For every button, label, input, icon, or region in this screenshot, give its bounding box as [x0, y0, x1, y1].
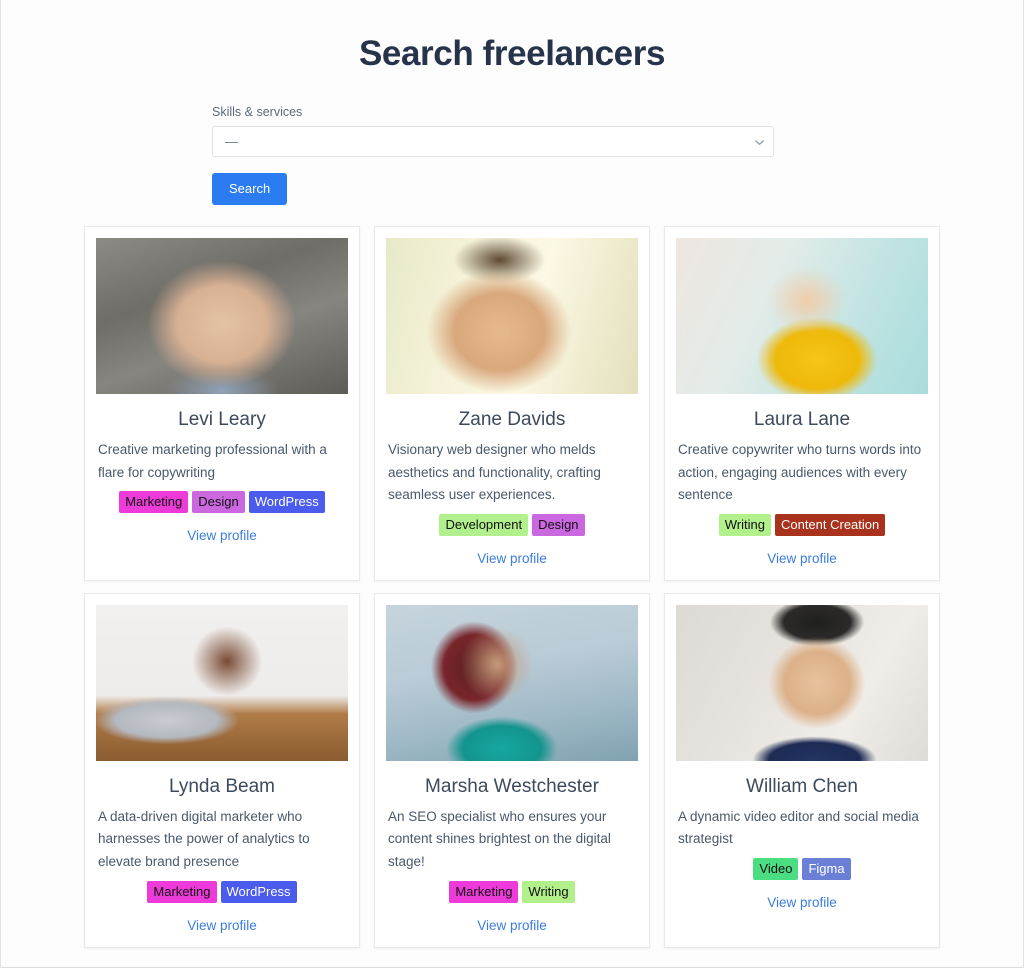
view-profile-link[interactable]: View profile: [676, 551, 928, 566]
smiling-bald-man-portrait: [96, 238, 348, 395]
freelancer-tag-list: Marketing Writing: [388, 880, 636, 903]
woman-holding-paintbrush-portrait: [676, 238, 928, 395]
skill-tag[interactable]: Writing: [718, 514, 771, 537]
freelancer-bio: Creative copywriter who turns words into…: [678, 442, 922, 503]
freelancer-card-body: Lynda Beam A data-driven digital marketer…: [96, 761, 348, 903]
freelancer-card: William Chen A dynamic video editor and s…: [664, 593, 940, 948]
freelancer-card-body: Laura Lane Creative copywriter who turns …: [676, 394, 928, 537]
freelancer-photo: [96, 605, 348, 762]
freelancer-card: Laura Lane Creative copywriter who turns …: [664, 226, 940, 582]
freelancer-name: Laura Lane: [753, 409, 851, 431]
freelancer-bio: Creative marketing professional with a f…: [98, 442, 327, 480]
freelancer-card-body: Levi Leary Creative marketing professiona…: [96, 394, 348, 514]
freelancer-tag-list: Marketing Design WordPress: [98, 491, 346, 514]
skills-services-selected-value: —: [225, 134, 238, 150]
skill-tag[interactable]: Marketing: [449, 880, 519, 903]
freelancer-card: Lynda Beam A data-driven digital marketer…: [84, 593, 360, 948]
search-button[interactable]: Search: [212, 173, 288, 206]
page-title: Search freelancers: [358, 34, 666, 73]
skill-tag[interactable]: Marketing: [119, 491, 189, 514]
view-profile-link[interactable]: View profile: [676, 895, 928, 910]
freelancer-bio: Visionary web designer who melds aesthet…: [388, 442, 601, 503]
freelancer-card: Levi Leary Creative marketing professiona…: [84, 226, 360, 582]
freelancer-name: Levi Leary: [178, 409, 266, 431]
freelancer-tag-list: Video Figma: [678, 858, 926, 881]
freelancer-tag-list: Marketing WordPress: [98, 880, 346, 903]
freelancer-name: William Chen: [746, 776, 858, 798]
freelancer-name: Zane Davids: [458, 409, 566, 431]
man-in-suit-portrait: [676, 605, 928, 762]
freelancer-name: Marsha Westchester: [425, 776, 599, 798]
skills-services-select-box[interactable]: —: [212, 126, 774, 158]
skill-tag[interactable]: Content Creation: [774, 514, 886, 537]
freelancer-card-grid: Levi Leary Creative marketing professiona…: [82, 205, 942, 948]
freelancer-bio: A data-driven digital marketer who harne…: [98, 808, 310, 870]
freelancer-photo: [386, 238, 638, 395]
woman-working-on-laptop: [96, 605, 348, 762]
freelancer-tag-list: Writing Content Creation: [678, 514, 926, 537]
freelancer-card-body: William Chen A dynamic video editor and s…: [676, 761, 928, 881]
freelancer-photo: [676, 238, 928, 395]
skill-tag[interactable]: WordPress: [248, 491, 325, 514]
skill-tag[interactable]: Marketing: [147, 880, 217, 903]
freelancer-bio: A dynamic video editor and social media …: [678, 808, 919, 847]
freelancer-photo: [676, 605, 928, 762]
skill-tag[interactable]: Video: [753, 858, 799, 881]
view-profile-link[interactable]: View profile: [386, 918, 638, 933]
skill-tag[interactable]: WordPress: [220, 880, 297, 903]
search-form: Skills & services — Search: [212, 75, 774, 206]
freelancer-card-body: Zane Davids Visionary web designer who me…: [386, 394, 638, 537]
freelancer-bio: An SEO specialist who ensures your conte…: [388, 808, 611, 870]
freelancer-card: Marsha Westchester An SEO specialist who …: [374, 593, 650, 948]
woman-with-curly-hair-holding-phone: [386, 605, 638, 762]
skill-tag[interactable]: Writing: [522, 880, 575, 903]
skill-tag[interactable]: Development: [439, 514, 529, 537]
view-profile-link[interactable]: View profile: [96, 918, 348, 933]
freelancer-tag-list: Development Design: [388, 514, 636, 537]
skill-tag[interactable]: Design: [532, 514, 585, 537]
view-profile-link[interactable]: View profile: [386, 551, 638, 566]
freelancer-card-body: Marsha Westchester An SEO specialist who …: [386, 761, 638, 903]
freelancer-photo: [386, 605, 638, 762]
skills-services-select[interactable]: —: [212, 126, 774, 158]
freelancer-photo: [96, 238, 348, 395]
skills-services-label: Skills & services: [212, 105, 303, 119]
smiling-man-with-glasses-portrait: [386, 238, 638, 395]
view-profile-link[interactable]: View profile: [96, 528, 348, 543]
page-root: Search freelancers Skills & services — S…: [0, 0, 1024, 968]
skill-tag[interactable]: Figma: [802, 858, 851, 881]
freelancer-card: Zane Davids Visionary web designer who me…: [374, 226, 650, 582]
skill-tag[interactable]: Design: [192, 491, 245, 514]
freelancer-name: Lynda Beam: [169, 776, 275, 798]
